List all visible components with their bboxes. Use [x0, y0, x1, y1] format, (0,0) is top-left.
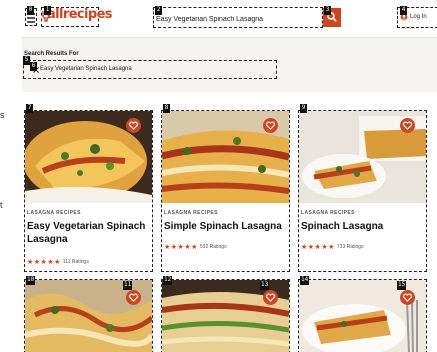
marker-label: 7 [26, 104, 33, 113]
recipe-rating: ★★★★★ 592 Ratings [164, 236, 227, 254]
star-rating-icon: ★★★★★ [301, 243, 335, 251]
heart-icon [129, 293, 138, 302]
heart-icon [403, 293, 412, 302]
recipe-card[interactable] [161, 279, 290, 352]
rating-count: 111 Ratings [62, 259, 89, 265]
save-recipe-button[interactable] [126, 290, 141, 305]
marker-label: 5 [23, 56, 30, 65]
recipe-title[interactable]: Simple Spinach Lasagna [164, 220, 288, 233]
marker-label: 15 [397, 281, 407, 290]
marker-label: 0 [27, 6, 34, 15]
heart-icon [266, 121, 275, 130]
recipe-card[interactable]: LASAGNA RECIPES Spinach Lasagna ★★★★★ 733… [298, 110, 427, 272]
recipe-card[interactable] [298, 279, 427, 352]
recipe-card[interactable]: LASAGNA RECIPES Easy Vegetarian Spinach … [24, 110, 153, 272]
search-field[interactable] [153, 7, 323, 29]
save-recipe-button[interactable] [400, 118, 415, 133]
marker-label: 13 [260, 281, 270, 290]
gutter-fragment: t [0, 200, 3, 210]
marker-label: 3 [324, 6, 331, 15]
recipe-rating: ★★★★★ 733 Ratings [301, 236, 364, 254]
save-recipe-button[interactable] [126, 118, 141, 133]
login-label: Log In [410, 14, 427, 20]
recipe-rating: ★★★★★ 111 Ratings [27, 251, 89, 269]
marker-label: 4 [400, 6, 407, 15]
recipe-category: LASAGNA RECIPES [301, 210, 355, 216]
gutter-fragment: s [0, 110, 5, 120]
marker-label: 10 [26, 276, 36, 285]
recipe-category: LASAGNA RECIPES [164, 210, 218, 216]
marker-label: 8 [163, 104, 170, 113]
rating-count: 733 Ratings [336, 244, 364, 250]
star-rating-icon: ★★★★★ [27, 258, 61, 266]
marker-label: 11 [123, 281, 133, 290]
rating-count: 592 Ratings [199, 244, 227, 250]
search-input[interactable] [154, 10, 322, 29]
star-rating-icon: ★★★★★ [164, 243, 198, 251]
heart-icon [266, 293, 275, 302]
marker-label: 1 [44, 6, 51, 15]
search-query-chip[interactable]: Easy Vegetarian Spinach Lasagna [23, 60, 277, 79]
recipe-card[interactable] [24, 279, 153, 352]
site-header: 0 allrecipes 1 2 3 Log In 4 [22, 0, 437, 38]
save-recipe-button[interactable] [400, 290, 415, 305]
recipe-category: LASAGNA RECIPES [27, 210, 81, 216]
logo-text: allrecipes [47, 7, 113, 22]
marker-label: 14 [300, 276, 310, 285]
recipe-title[interactable]: Easy Vegetarian Spinach Lasagna [27, 220, 151, 246]
save-recipe-button[interactable] [263, 118, 278, 133]
marker-label: 6 [30, 62, 37, 71]
recipe-card[interactable]: LASAGNA RECIPES Simple Spinach Lasagna ★… [161, 110, 290, 272]
search-query-text: Easy Vegetarian Spinach Lasagna [40, 66, 132, 72]
save-recipe-button[interactable] [263, 290, 278, 305]
marker-label: 9 [300, 104, 307, 113]
search-results-header: Search Results For Easy Vegetarian Spina… [22, 38, 437, 92]
heart-icon [403, 121, 412, 130]
heart-icon [129, 121, 138, 130]
results-heading: Search Results For [24, 51, 79, 57]
marker-label: 12 [163, 276, 173, 285]
recipe-title[interactable]: Spinach Lasagna [301, 220, 425, 233]
marker-label: 2 [155, 6, 162, 15]
